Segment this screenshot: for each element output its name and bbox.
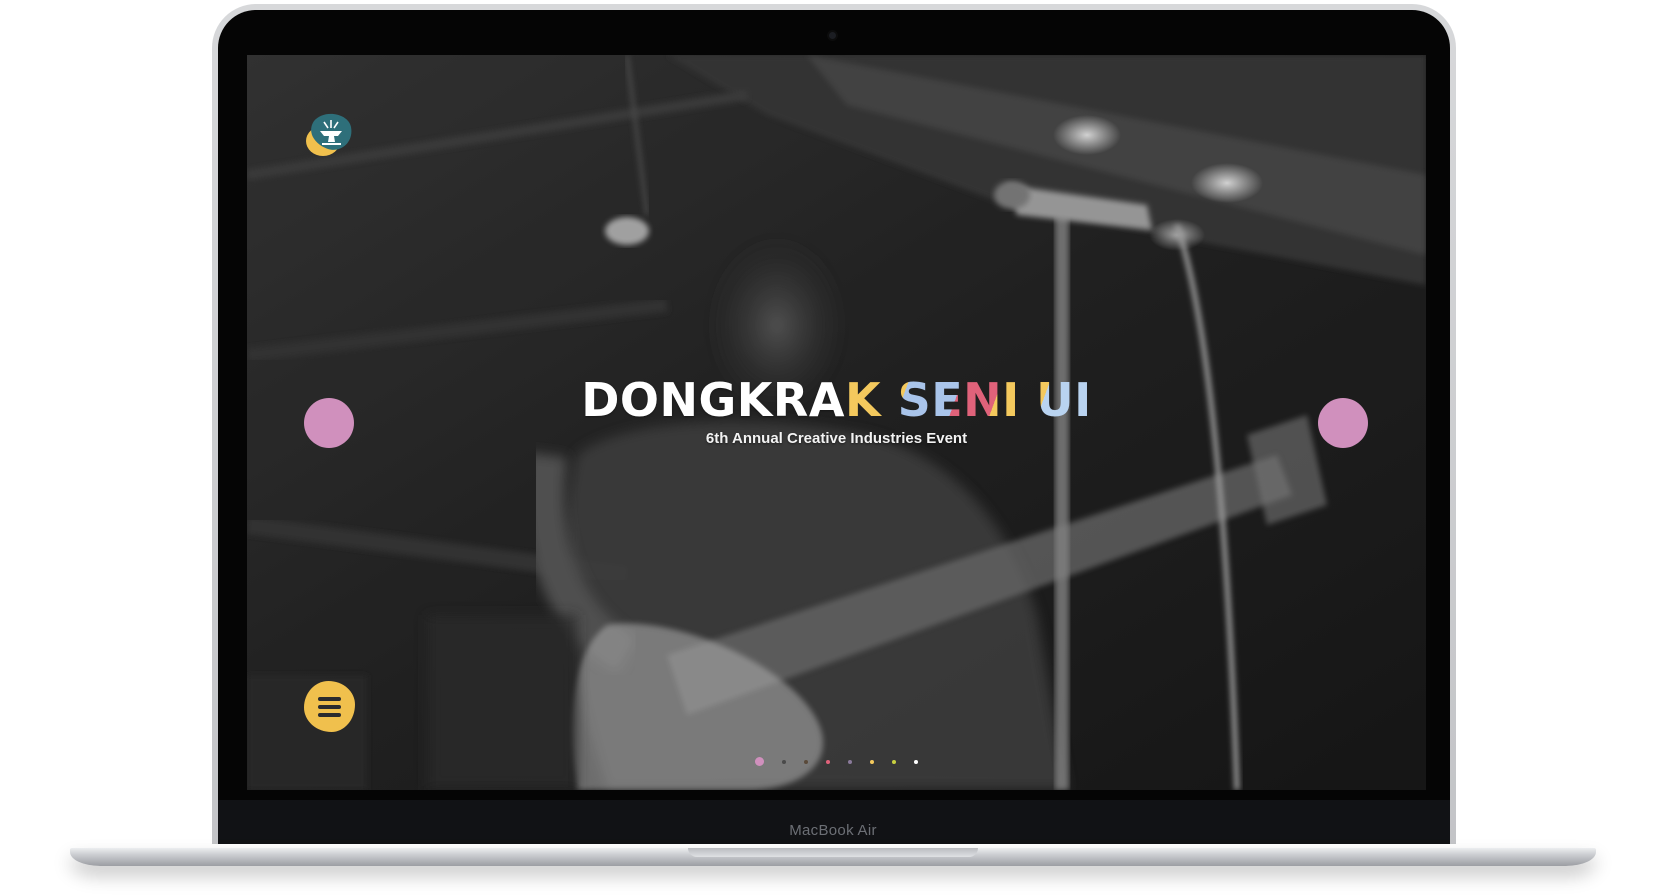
hero-title-main: DONGKRA — [581, 373, 845, 427]
slider-dot[interactable] — [782, 759, 786, 764]
slider-dot[interactable] — [804, 759, 808, 764]
hamburger-menu-icon — [318, 697, 341, 701]
hero-title: DONGKRAK SENI UI — [247, 373, 1426, 427]
hero-subtitle: 6th Annual Creative Industries Event — [705, 430, 968, 447]
slider-dot[interactable] — [848, 759, 852, 764]
slider-dot[interactable] — [914, 759, 918, 764]
laptop-opening-notch — [688, 848, 978, 857]
hamburger-menu-icon-bar — [318, 713, 341, 717]
slider-dot[interactable] — [826, 759, 830, 764]
hero-title-accent: K SENI UI — [844, 373, 1092, 427]
slider-dot[interactable] — [755, 757, 764, 766]
webcam-icon — [829, 32, 836, 39]
anvil-emblem-icon[interactable] — [304, 111, 358, 159]
device-model-label: MacBook Air — [789, 822, 877, 839]
website-screen: DONGKRAK SENI UI 6th Annual Creative Ind… — [247, 55, 1426, 790]
hamburger-menu-icon-bar — [318, 705, 341, 709]
hamburger-menu-button[interactable] — [304, 681, 355, 732]
slider-dot[interactable] — [870, 759, 874, 764]
slider-pagination — [247, 757, 1426, 766]
slider-dot[interactable] — [892, 759, 896, 764]
